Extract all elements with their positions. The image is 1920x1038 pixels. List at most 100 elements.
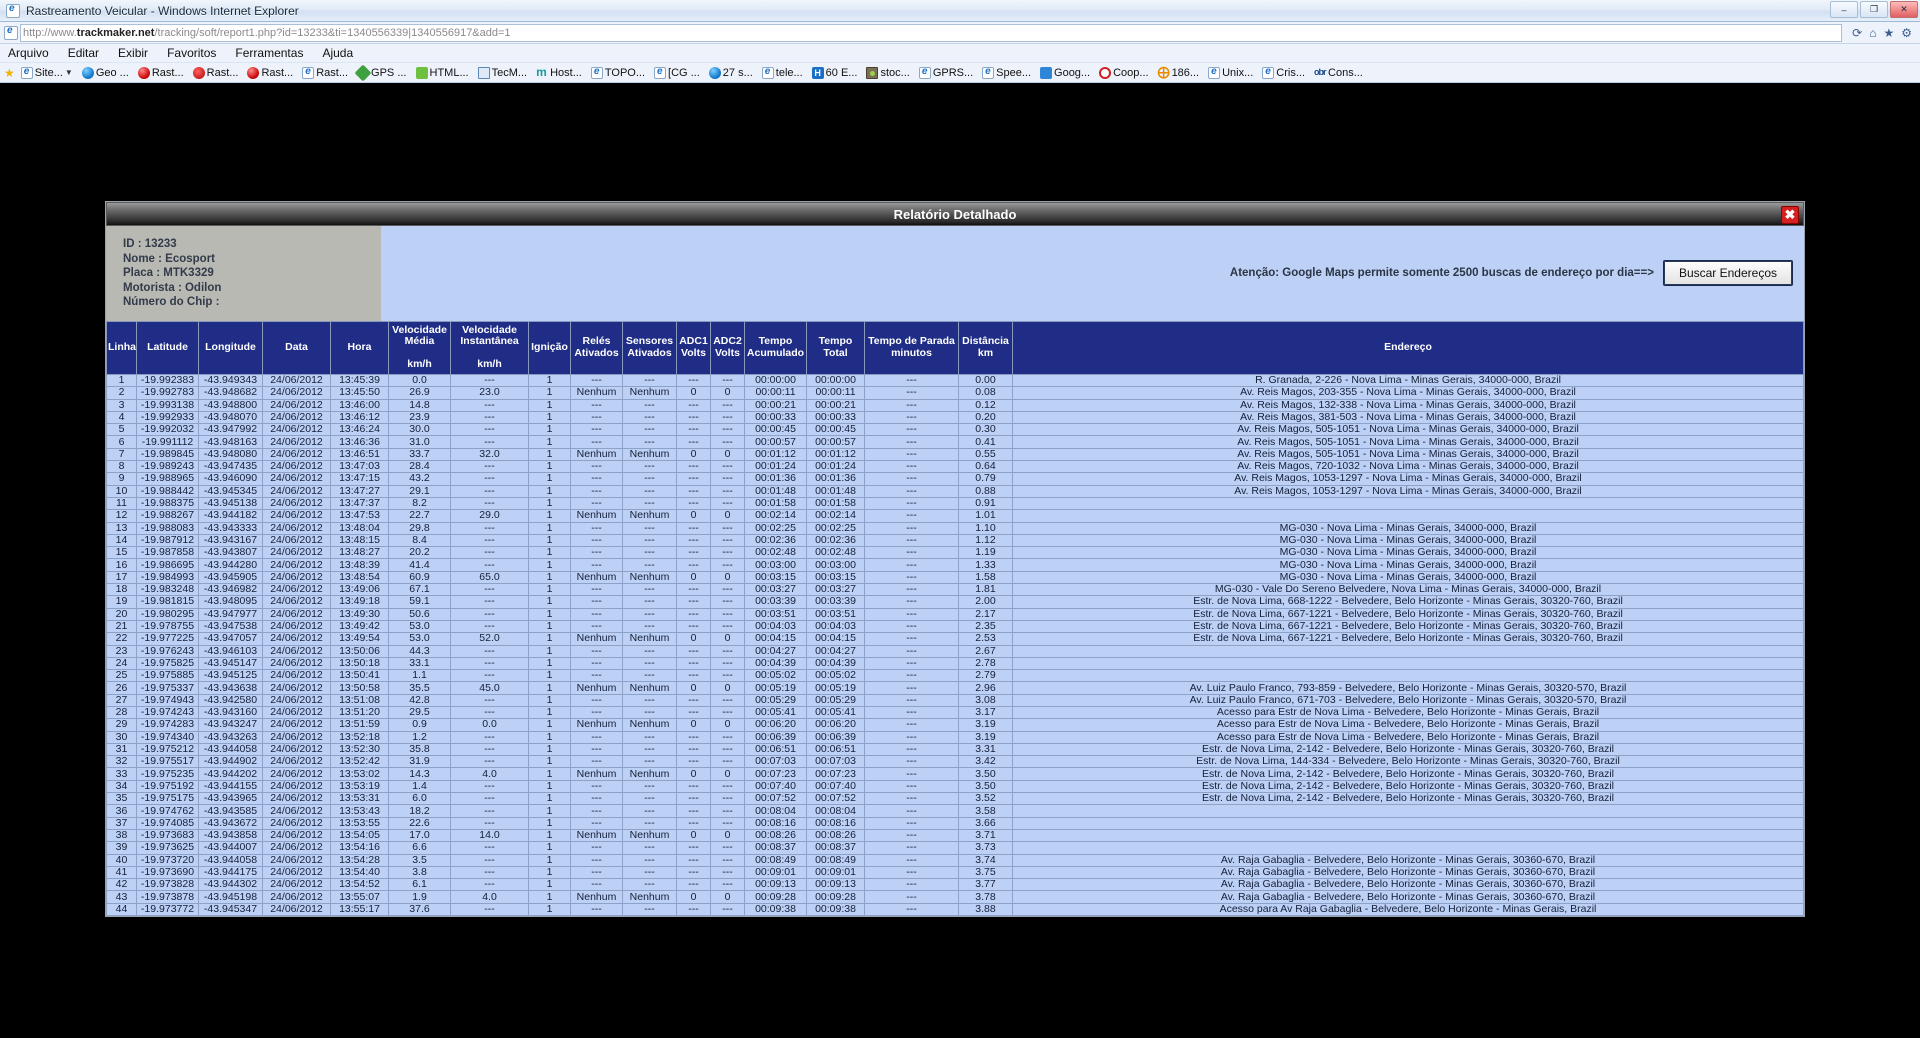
table-row[interactable]: 40 -19.973720 -43.944058 24/06/2012 13:54:28… [106, 853, 1804, 867]
minimize-button[interactable]: – [1830, 1, 1858, 18]
refresh-icon[interactable]: ⟳ [1852, 26, 1862, 40]
bookmark-item[interactable]: Spee... [979, 66, 1034, 79]
table-row[interactable]: 5 -19.992032 -43.947992 24/06/2012 13:46:24 3… [106, 423, 1804, 437]
table-row[interactable]: 34 -19.975192 -43.944155 24/06/2012 13:53:19… [106, 779, 1804, 794]
table-row[interactable]: 20 -19.980295 -43.947977 24/06/2012 13:49:30… [106, 607, 1804, 621]
bookmark-item[interactable]: Rast... [135, 66, 187, 79]
table-row[interactable]: 29 -19.974283 -43.943247 24/06/2012 13:51:59… [106, 718, 1804, 732]
cell-value: 44 [106, 902, 137, 917]
bookmark-item[interactable]: GPRS... [916, 66, 976, 79]
maximize-button[interactable]: ❐ [1860, 1, 1888, 18]
cell-value: --- [450, 496, 529, 511]
table-row[interactable]: 39 -19.973625 -43.944007 24/06/2012 13:54:16… [106, 841, 1804, 855]
bookmark-label: 60 E... [825, 66, 858, 79]
table-row[interactable]: 36 -19.974762 -43.943585 24/06/2012 13:53:43… [106, 804, 1804, 818]
bookmark-item[interactable]: stoc... [863, 66, 912, 79]
bookmark-item[interactable]: Cris... [1259, 66, 1308, 79]
bookmark-item[interactable]: TecM... [475, 66, 530, 79]
cell-value: --- [710, 496, 745, 511]
cell-value: 3.8 [388, 865, 451, 880]
table-row[interactable]: 17 -19.984993 -43.945905 24/06/2012 13:48:54… [106, 570, 1804, 585]
cell-value: 3 [106, 398, 137, 412]
gear-icon[interactable]: ⚙ [1901, 26, 1912, 40]
menu-arquivo[interactable]: Arquivo [8, 46, 49, 60]
table-row[interactable]: 33 -19.975235 -43.944202 24/06/2012 13:53:02… [106, 767, 1804, 781]
table-row[interactable]: 42 -19.973828 -43.944302 24/06/2012 13:54:52… [106, 878, 1804, 892]
bookmark-item[interactable]: HTML... [413, 66, 472, 79]
table-row[interactable]: 10 -19.988442 -43.945345 24/06/2012 13:47:27… [106, 484, 1804, 498]
home-icon[interactable]: ⌂ [1869, 26, 1876, 40]
table-row[interactable]: 15 -19.987858 -43.943807 24/06/2012 13:48:27… [106, 546, 1804, 560]
search-addresses-button[interactable]: Buscar Endereços [1662, 260, 1794, 287]
table-row[interactable]: 6 -19.991112 -43.948163 24/06/2012 13:46:36 3… [106, 435, 1804, 449]
bookmark-item[interactable]: m Host... [533, 66, 585, 79]
table-row[interactable]: 25 -19.975885 -43.945125 24/06/2012 13:50:41… [106, 669, 1804, 683]
table-row[interactable]: 1 -19.992383 -43.949343 24/06/2012 13:45:39 0… [106, 373, 1804, 388]
menu-ajuda[interactable]: Ajuda [322, 46, 353, 60]
menu-exibir[interactable]: Exibir [118, 46, 148, 60]
bookmark-item[interactable]: Rast... [244, 66, 296, 79]
table-row[interactable]: 30 -19.974340 -43.943263 24/06/2012 13:52:18… [106, 730, 1804, 744]
table-row[interactable]: 38 -19.973683 -43.943858 24/06/2012 13:54:05… [106, 828, 1804, 843]
bookmark-item[interactable]: Rast... [190, 66, 242, 79]
close-window-button[interactable]: ✕ [1890, 1, 1918, 18]
bookmark-item[interactable]: Rast... [299, 66, 351, 79]
bookmark-item[interactable]: 27 s... [706, 66, 756, 79]
bookmark-item[interactable]: Geo ... [79, 66, 132, 79]
table-row[interactable]: 23 -19.976243 -43.946103 24/06/2012 13:50:06… [106, 644, 1804, 658]
bookmark-item[interactable]: [CG ... [651, 66, 703, 79]
cell-value: Nenhum [622, 681, 677, 695]
bookmark-item[interactable]: TOPO... [588, 66, 648, 79]
cell-value: 00:03:15 [744, 570, 807, 585]
favorites-star-icon[interactable]: ★ [1883, 26, 1894, 40]
bookmark-item[interactable]: ⨁ 186... [1155, 66, 1203, 79]
table-row[interactable]: 14 -19.987912 -43.943167 24/06/2012 13:48:15… [106, 533, 1804, 548]
table-row[interactable]: 32 -19.975517 -43.944902 24/06/2012 13:52:42… [106, 755, 1804, 769]
chevron-down-icon[interactable]: ▼ [65, 68, 73, 77]
table-row[interactable]: 11 -19.988375 -43.945138 24/06/2012 13:47:37… [106, 496, 1804, 511]
favorites-star-icon[interactable]: ★ [4, 67, 15, 79]
table-row[interactable]: 16 -19.986695 -43.944280 24/06/2012 13:48:39… [106, 558, 1804, 572]
table-row[interactable]: 7 -19.989845 -43.948080 24/06/2012 13:46:51 3… [106, 447, 1804, 462]
cell-value: 53.0 [388, 632, 451, 646]
menu-favoritos[interactable]: Favoritos [167, 46, 216, 60]
table-row[interactable]: 27 -19.974943 -43.942580 24/06/2012 13:51:08… [106, 693, 1804, 707]
table-row[interactable]: 4 -19.992933 -43.948070 24/06/2012 13:46:12 2… [106, 410, 1804, 425]
url-input[interactable]: http://www. trackmaker.net/tracking/soft/… [20, 23, 1843, 42]
table-row[interactable]: 43 -19.973878 -43.945198 24/06/2012 13:55:07… [106, 890, 1804, 904]
close-report-button[interactable]: ✖ [1781, 206, 1799, 224]
bookmark-item[interactable]: Unix... [1205, 66, 1256, 79]
cell-value: 1 [528, 435, 571, 449]
table-row[interactable]: 26 -19.975337 -43.943638 24/06/2012 13:50:58… [106, 681, 1804, 695]
table-row[interactable]: 24 -19.975825 -43.945147 24/06/2012 13:50:18… [106, 656, 1804, 671]
table-row[interactable]: 9 -19.988965 -43.946090 24/06/2012 13:47:15 4… [106, 472, 1804, 486]
table-row[interactable]: 35 -19.975175 -43.943965 24/06/2012 13:53:31… [106, 792, 1804, 806]
table-row[interactable]: 37 -19.974085 -43.943672 24/06/2012 13:53:55… [106, 816, 1804, 830]
cell-value: 8.2 [388, 496, 451, 511]
menu-editar[interactable]: Editar [68, 46, 99, 60]
table-row[interactable]: 19 -19.981815 -43.948095 24/06/2012 13:49:18… [106, 595, 1804, 609]
bookmark-item[interactable]: obr Cons... [1311, 67, 1366, 79]
table-row[interactable]: 2 -19.992783 -43.948682 24/06/2012 13:45:50 2… [106, 386, 1804, 400]
bookmark-item[interactable]: Coop... [1096, 66, 1151, 79]
bookmark-item[interactable]: GPS ... [354, 64, 409, 81]
bookmark-item[interactable]: H 60 E... [809, 66, 861, 79]
bookmark-item[interactable]: Goog... [1037, 66, 1093, 79]
table-row[interactable]: 12 -19.988267 -43.944182 24/06/2012 13:47:53… [106, 509, 1804, 523]
cell-value: -43.943858 [198, 828, 263, 843]
table-row[interactable]: 3 -19.993138 -43.948800 24/06/2012 13:46:00 1… [106, 398, 1804, 412]
menu-ferramentas[interactable]: Ferramentas [235, 46, 303, 60]
table-row[interactable]: 44 -19.973772 -43.945347 24/06/2012 13:55:17… [106, 902, 1804, 917]
cell-value: -43.945345 [198, 484, 263, 498]
table-row[interactable]: 8 -19.989243 -43.947435 24/06/2012 13:47:03 2… [106, 460, 1804, 474]
table-row[interactable]: 13 -19.988083 -43.943333 24/06/2012 13:48:04… [106, 521, 1804, 535]
table-row[interactable]: 21 -19.978755 -43.947538 24/06/2012 13:49:42… [106, 619, 1804, 634]
table-row[interactable]: 41 -19.973690 -43.944175 24/06/2012 13:54:40… [106, 865, 1804, 880]
bookmark-item[interactable]: tele... [759, 66, 806, 79]
table-row[interactable]: 31 -19.975212 -43.944058 24/06/2012 13:52:30… [106, 742, 1804, 757]
table-row[interactable]: 22 -19.977225 -43.947057 24/06/2012 13:49:54… [106, 632, 1804, 646]
table-row[interactable]: 18 -19.983248 -43.946982 24/06/2012 13:49:06… [106, 583, 1804, 597]
bookmark-item[interactable]: Site...▼ [18, 66, 76, 79]
table-row[interactable]: 28 -19.974243 -43.943160 24/06/2012 13:51:20… [106, 705, 1804, 720]
column-header: Longitude [198, 320, 263, 375]
